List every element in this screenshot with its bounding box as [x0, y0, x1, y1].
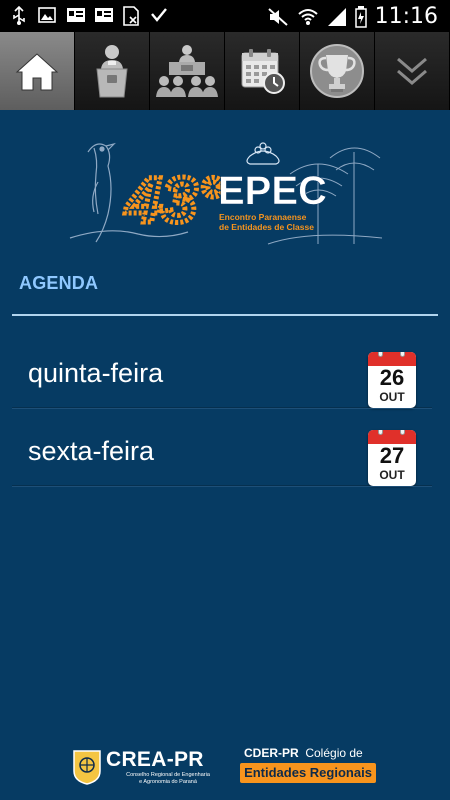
- contact-card-icon: [94, 6, 113, 24]
- signal-icon: [327, 7, 346, 26]
- tab-audience[interactable]: [150, 32, 225, 110]
- day-name: sexta-feira: [28, 436, 155, 466]
- calendar-clock-icon: [241, 49, 285, 94]
- agenda-heading: AGENDA: [19, 273, 99, 293]
- crea-subtitle-line1: Conselho Regional de Engenharia: [126, 772, 210, 778]
- event-subtitle-line1: Encontro Paranaense: [219, 212, 307, 222]
- ornament-icon: [246, 142, 280, 165]
- calendar-date-icon: 27 OUT: [368, 430, 416, 486]
- image-icon: [38, 6, 56, 24]
- mute-icon: [267, 7, 288, 26]
- event-subtitle-line2: de Entidades de Classe: [219, 222, 314, 232]
- calendar-date-icon: 26 OUT: [368, 352, 416, 408]
- day-name: quinta-feira: [28, 358, 164, 388]
- cder-logo-text: CDER-PR Colégio de: [244, 746, 363, 760]
- speaker-podium-icon: [96, 45, 128, 98]
- event-title: EPEC: [218, 169, 327, 213]
- event-banner: 43° EPEC Encontro Paranaense de Entidade…: [68, 134, 383, 246]
- chevron-down-icon: [397, 57, 427, 85]
- agenda-day-row[interactable]: sexta-feira 27 OUT: [12, 408, 432, 487]
- agenda-day-row[interactable]: quinta-feira 26 OUT: [12, 330, 432, 409]
- tab-awards[interactable]: [300, 32, 375, 110]
- crea-logo-text: CREA-PR: [106, 748, 204, 771]
- audience-icon: [156, 45, 218, 97]
- cder-entidades-badge: Entidades Regionais: [240, 763, 376, 783]
- tab-home[interactable]: [0, 32, 75, 110]
- footer-sponsors: CREA-PR Conselho Regional de Engenharia …: [0, 740, 450, 800]
- contact-card-icon: [66, 6, 85, 24]
- tab-bar: [0, 32, 450, 110]
- trophy-icon: [310, 44, 364, 98]
- battery-icon: [354, 5, 367, 28]
- clock-time: 11:16: [374, 4, 438, 29]
- tab-speakers[interactable]: [75, 32, 150, 110]
- home-icon: [15, 53, 59, 91]
- calendar-month: OUT: [379, 390, 405, 404]
- calendar-month: OUT: [379, 468, 405, 482]
- tab-schedule[interactable]: [225, 32, 300, 110]
- cder-acronym: CDER-PR: [244, 746, 299, 760]
- wifi-icon: [297, 8, 318, 25]
- calendar-day-number: 26: [379, 365, 405, 390]
- status-bar: 11:16: [0, 0, 450, 32]
- crea-seal-icon: [73, 750, 101, 785]
- cder-college-label: Colégio de: [305, 746, 363, 760]
- tab-more[interactable]: [375, 32, 450, 110]
- event-number: 43°: [124, 164, 223, 236]
- sim-icon: [122, 6, 140, 26]
- usb-icon: [10, 5, 28, 25]
- crea-subtitle: Conselho Regional de Engenharia e Agrono…: [118, 772, 218, 786]
- crea-subtitle-line2: e Agronomia do Paraná: [139, 779, 197, 785]
- calendar-day-number: 27: [379, 443, 405, 468]
- check-icon: [150, 6, 168, 24]
- agenda-divider: [12, 314, 438, 316]
